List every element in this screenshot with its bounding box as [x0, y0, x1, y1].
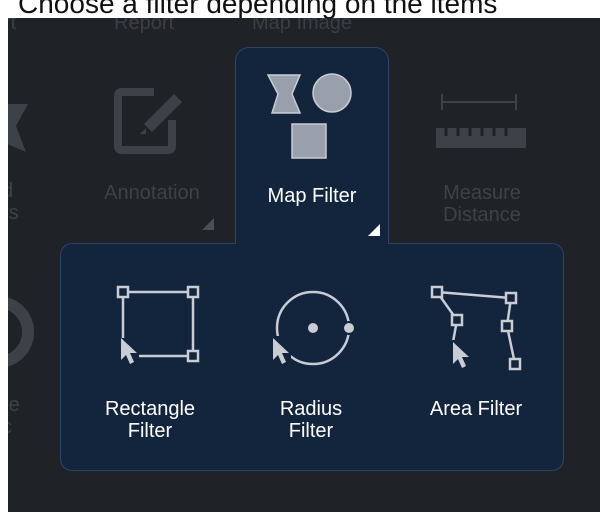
circle-icon [8, 294, 42, 375]
rectangle-select-icon [116, 285, 200, 364]
annotation-button[interactable]: Annotation [84, 74, 220, 234]
area-filter-item[interactable]: Area Filter [399, 244, 553, 470]
toolbar-item-label-cut: rt [8, 18, 17, 34]
annotation-label: Annotation [104, 182, 200, 204]
toolbar-item-label-cut-left: d rs [8, 180, 19, 224]
radius-filter-item[interactable]: Radius Filter [237, 244, 385, 470]
annotation-edit-icon [110, 82, 188, 165]
shapes-icon [264, 72, 356, 169]
map-filter-dropdown-corner-icon [368, 224, 380, 236]
filter-dropdown-menu: Rectangle Filter Radius Filter Area Filt… [60, 243, 564, 471]
toolbar-item-label-map-image: Map Image [252, 18, 353, 34]
star-icon [8, 100, 32, 165]
menu-connector [236, 241, 388, 245]
rectangle-filter-item[interactable]: Rectangle Filter [71, 244, 229, 470]
toolbar-panel: rt Report Map Image d rs Annotation [8, 18, 600, 512]
area-select-icon [430, 285, 522, 371]
map-filter-label: Map Filter [267, 185, 357, 207]
annotation-dropdown-corner-icon [202, 218, 214, 230]
rectangle-filter-label: Rectangle Filter [104, 398, 196, 442]
map-filter-button[interactable]: Map Filter [235, 47, 389, 249]
area-filter-label: Area Filter [429, 398, 523, 420]
toolbar-item-label-cut-left-2: re c [8, 394, 20, 438]
radius-select-icon [269, 290, 356, 366]
measure-distance-label: Measure Distance [443, 182, 521, 226]
ruler-icon [432, 84, 532, 153]
toolbar-item-label-report: Report [114, 18, 175, 34]
measure-distance-button[interactable]: Measure Distance [412, 74, 552, 234]
radius-filter-label: Radius Filter [279, 398, 343, 442]
